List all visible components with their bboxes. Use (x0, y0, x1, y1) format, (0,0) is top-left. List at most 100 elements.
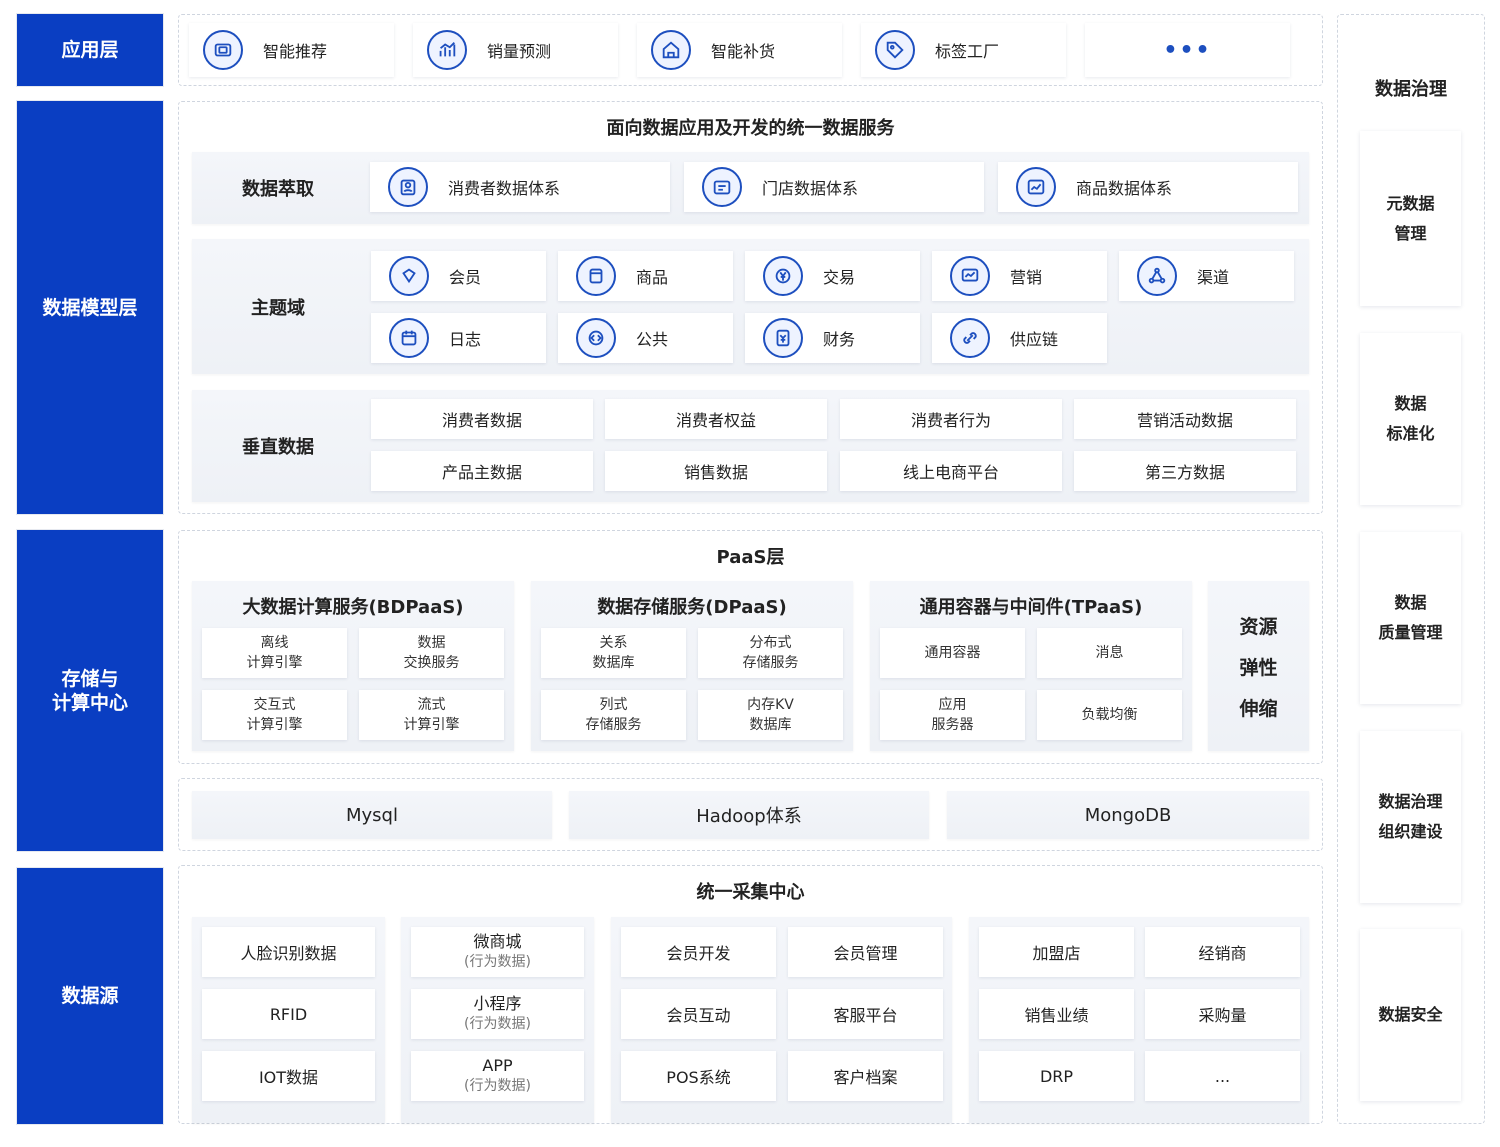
source-item[interactable]: 会员互动 (621, 989, 776, 1039)
paas-item[interactable]: 内存KV 数据库 (698, 690, 843, 740)
source-item-label: POS系统 (666, 1068, 731, 1087)
governance-column: 数据治理 元数据 管理 数据 标准化 数据 质量管理 数据治理 组织建设 数据安… (1337, 14, 1485, 1124)
code-icon (576, 318, 616, 358)
subject-item[interactable]: 商品 (558, 251, 733, 301)
source-item[interactable]: 客服平台 (788, 989, 943, 1039)
yen-icon (763, 256, 803, 296)
tag-icon (875, 30, 915, 70)
source-layer-panel: 统一采集中心 人脸识别数据 RFID IOT数据 微商城 (行为数据) 小程序 (行为数据)… (178, 865, 1323, 1124)
source-item[interactable]: RFID (202, 989, 375, 1039)
paas-item-label: 交换服务 (403, 655, 460, 671)
app-item-tag-factory[interactable]: 标签工厂 (861, 23, 1066, 77)
paas-item[interactable]: 离线 计算引擎 (202, 628, 347, 678)
source-item[interactable]: ... (1145, 1051, 1300, 1101)
layer-label-storage: 存储与 计算中心 (17, 530, 163, 851)
vertical-item[interactable]: 消费者权益 (605, 399, 827, 439)
paas-item[interactable]: 分布式 存储服务 (698, 628, 843, 678)
storage-mysql[interactable]: Mysql (192, 791, 552, 839)
source-item[interactable]: DRP (979, 1051, 1134, 1101)
subject-item[interactable]: 渠道 (1119, 251, 1294, 301)
source-item[interactable]: 微商城 (行为数据) (411, 927, 584, 977)
vertical-item-label: 第三方数据 (1144, 463, 1225, 482)
app-item-more[interactable]: ••• (1085, 23, 1290, 77)
paas-item[interactable]: 交互式 计算引擎 (202, 690, 347, 740)
app-item-forecast[interactable]: 销量预测 (413, 23, 618, 77)
source-item-label: APP (482, 1056, 513, 1075)
extract-item-label: 商品数据体系 (1076, 179, 1173, 198)
source-item-label: IOT数据 (258, 1068, 319, 1087)
vertical-item-label: 消费者行为 (910, 411, 991, 430)
extract-item-label: 门店数据体系 (762, 179, 859, 198)
paas-group: 数据存储服务(DPaaS) 关系 数据库 分布式 存储服务 列式 存储服务 内存KV 数据库 (531, 581, 853, 751)
source-item[interactable]: 采购量 (1145, 989, 1300, 1039)
source-item[interactable]: 客户档案 (788, 1051, 943, 1101)
source-item[interactable]: 经销商 (1145, 927, 1300, 977)
vertical-item[interactable]: 线上电商平台 (840, 451, 1062, 491)
gov-item-security[interactable]: 数据安全 (1360, 929, 1461, 1101)
extract-item-consumer[interactable]: 消费者数据体系 (370, 162, 670, 212)
app-item-label: 标签工厂 (935, 42, 1000, 61)
extract-item-product[interactable]: 商品数据体系 (998, 162, 1298, 212)
vertical-item[interactable]: 销售数据 (605, 451, 827, 491)
link-icon (950, 318, 990, 358)
source-item-label: 采购量 (1198, 1006, 1247, 1025)
home-icon (651, 30, 691, 70)
vertical-item[interactable]: 营销活动数据 (1074, 399, 1296, 439)
source-item-label: 会员开发 (666, 944, 731, 963)
source-item[interactable]: 小程序 (行为数据) (411, 989, 584, 1039)
source-item[interactable]: 会员管理 (788, 927, 943, 977)
subject-item[interactable]: 营销 (932, 251, 1107, 301)
paas-item[interactable]: 通用容器 (880, 628, 1025, 678)
paas-item-label: 列式 (599, 697, 628, 713)
storage-mongodb[interactable]: MongoDB (947, 791, 1309, 839)
extract-item-label: 消费者数据体系 (448, 179, 561, 198)
subject-item[interactable]: 供应链 (932, 313, 1107, 363)
gov-item-metadata[interactable]: 元数据 管理 (1360, 131, 1461, 306)
gov-item-quality[interactable]: 数据 质量管理 (1360, 532, 1461, 704)
layer-label-app: 应用层 (17, 14, 163, 86)
app-item-replenish[interactable]: 智能补货 (637, 23, 842, 77)
subject-item[interactable]: 日志 (371, 313, 546, 363)
vertical-item[interactable]: 第三方数据 (1074, 451, 1296, 491)
gov-item-standardization[interactable]: 数据 标准化 (1360, 333, 1461, 505)
subject-item[interactable]: 财务 (745, 313, 920, 363)
vertical-item[interactable]: 消费者数据 (371, 399, 593, 439)
paas-item[interactable]: 数据 交换服务 (359, 628, 504, 678)
source-item[interactable]: 人脸识别数据 (202, 927, 375, 977)
marketing-icon (950, 256, 990, 296)
paas-item[interactable]: 应用 服务器 (880, 690, 1025, 740)
elastic-text: 资源 (1239, 615, 1278, 638)
subject-item-label: 商品 (636, 268, 669, 287)
vertical-item[interactable]: 产品主数据 (371, 451, 593, 491)
source-item[interactable]: 加盟店 (979, 927, 1134, 977)
paas-layer-panel: PaaS层 资源 弹性 伸缩 大数据计算服务(BDPaaS) 离线 计算引擎 数据 交换… (178, 530, 1323, 764)
subject-item[interactable]: 会员 (371, 251, 546, 301)
paas-item-label: 计算引擎 (246, 717, 303, 733)
paas-item[interactable]: 负载均衡 (1037, 690, 1182, 740)
source-item[interactable]: 会员开发 (621, 927, 776, 977)
source-item-label: ... (1214, 1066, 1231, 1086)
paas-item[interactable]: 消息 (1037, 628, 1182, 678)
source-item[interactable]: POS系统 (621, 1051, 776, 1101)
extract-item-store[interactable]: 门店数据体系 (684, 162, 984, 212)
vertical-item[interactable]: 消费者行为 (840, 399, 1062, 439)
subject-item[interactable]: 交易 (745, 251, 920, 301)
source-item[interactable]: IOT数据 (202, 1051, 375, 1101)
paas-item[interactable]: 列式 存储服务 (541, 690, 686, 740)
finance-icon (763, 318, 803, 358)
source-item-label: 会员互动 (666, 1006, 731, 1025)
source-item[interactable]: APP (行为数据) (411, 1051, 584, 1101)
paas-item-label: 存储服务 (585, 717, 642, 733)
subject-item[interactable]: 公共 (558, 313, 733, 363)
gov-item-organization[interactable]: 数据治理 组织建设 (1360, 731, 1461, 903)
subject-label: 主题域 (251, 297, 305, 319)
paas-item-label: 应用 (938, 697, 967, 713)
source-item[interactable]: 销售业绩 (979, 989, 1134, 1039)
source-item-sublabel: (行为数据) (464, 954, 531, 970)
paas-item-label: 计算引擎 (403, 717, 460, 733)
extract-label: 数据萃取 (242, 179, 314, 200)
storage-hadoop[interactable]: Hadoop体系 (569, 791, 929, 839)
paas-item[interactable]: 关系 数据库 (541, 628, 686, 678)
app-item-recommend[interactable]: 智能推荐 (189, 23, 394, 77)
paas-item[interactable]: 流式 计算引擎 (359, 690, 504, 740)
